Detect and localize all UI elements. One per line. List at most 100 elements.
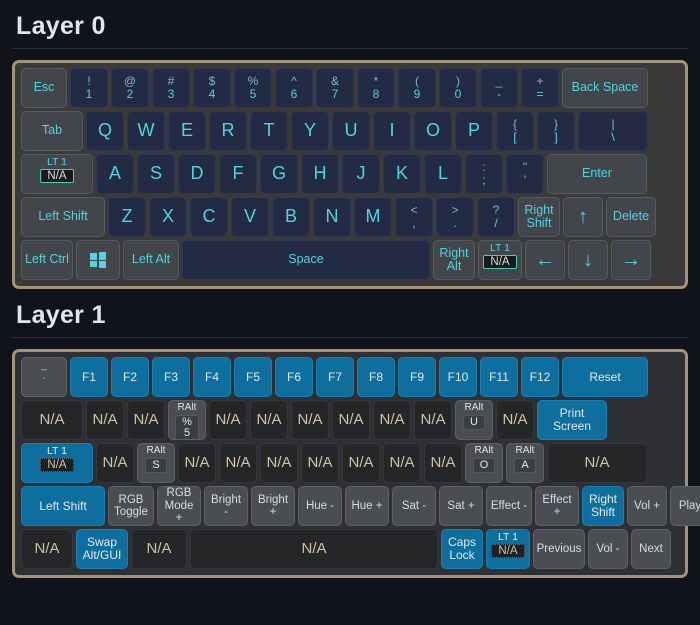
key-v[interactable]: V (231, 197, 269, 237)
key-9[interactable]: (9 (398, 68, 436, 108)
key-f10[interactable]: F10 (439, 357, 477, 397)
key-n-a[interactable]: N/A (178, 443, 216, 483)
key-f12[interactable]: F12 (521, 357, 559, 397)
key-rgb-mode[interactable]: RGB Mode + (157, 486, 201, 526)
key-ralt-o[interactable]: RAlt O (465, 443, 503, 483)
key-left-ctrl[interactable]: Left Ctrl (21, 240, 73, 280)
key-l[interactable]: L (424, 154, 462, 194)
key-f4[interactable]: F4 (193, 357, 231, 397)
key-right-alt[interactable]: Right Alt (433, 240, 475, 280)
key-space[interactable]: Space (182, 240, 430, 280)
key-swap-alt-gui[interactable]: Swap Alt/GUI (76, 529, 128, 569)
arrow-up-icon[interactable]: ↑ (563, 197, 603, 237)
key-m[interactable]: M (354, 197, 392, 237)
key-n-a[interactable]: N/A (291, 400, 329, 440)
key-n-a[interactable]: N/A (190, 529, 438, 569)
windows-logo-icon[interactable] (76, 240, 120, 280)
key-e[interactable]: E (168, 111, 206, 151)
key-back-space[interactable]: Back Space (562, 68, 648, 108)
key-key[interactable]: }] (537, 111, 575, 151)
key-j[interactable]: J (342, 154, 380, 194)
key-n-a[interactable]: N/A (250, 400, 288, 440)
key-key[interactable]: {[ (496, 111, 534, 151)
key-layer-toggle-1[interactable]: LT 1 N/A (486, 529, 530, 569)
key-ralt-s[interactable]: RAlt S (137, 443, 175, 483)
key-7[interactable]: & 7 (316, 68, 354, 108)
key-ralt-5[interactable]: RAlt% 5 (168, 400, 206, 440)
key-key[interactable]: ~ ` (21, 357, 67, 397)
key-previous[interactable]: Previous (533, 529, 585, 569)
key-f3[interactable]: F3 (152, 357, 190, 397)
key-n-a[interactable]: N/A (131, 529, 187, 569)
key-b[interactable]: B (272, 197, 310, 237)
key-key[interactable]: _ - (480, 68, 518, 108)
key-n-a[interactable]: N/A (21, 529, 73, 569)
key-y[interactable]: Y (291, 111, 329, 151)
arrow-down-icon[interactable]: ↓ (568, 240, 608, 280)
key-n-a[interactable]: N/A (342, 443, 380, 483)
key-n-a[interactable]: N/A (219, 443, 257, 483)
key-reset[interactable]: Reset (562, 357, 648, 397)
key-left-alt[interactable]: Left Alt (123, 240, 179, 280)
key-print-screen[interactable]: Print Screen (537, 400, 607, 440)
key-n-a[interactable]: N/A (496, 400, 534, 440)
key-right-shift[interactable]: Right Shift (582, 486, 624, 526)
key-4[interactable]: $4 (193, 68, 231, 108)
key-hue[interactable]: Hue - (298, 486, 342, 526)
key-g[interactable]: G (260, 154, 298, 194)
key-u[interactable]: U (332, 111, 370, 151)
key-bright[interactable]: Bright - (204, 486, 248, 526)
key-rgb-toggle[interactable]: RGB Toggle (108, 486, 154, 526)
key-2[interactable]: @2 (111, 68, 149, 108)
arrow-left-icon[interactable]: ← (525, 240, 565, 280)
key-p[interactable]: P (455, 111, 493, 151)
key-layer-toggle-1[interactable]: LT 1 N/A (478, 240, 522, 280)
key-n-a[interactable]: N/A (547, 443, 647, 483)
key-6[interactable]: ^ 6 (275, 68, 313, 108)
key-5[interactable]: % 5 (234, 68, 272, 108)
key-layer-toggle-1[interactable]: LT 1 N/A (21, 154, 93, 194)
key-effect[interactable]: Effect + (535, 486, 579, 526)
key-n-a[interactable]: N/A (301, 443, 339, 483)
key-f2[interactable]: F2 (111, 357, 149, 397)
key-r[interactable]: R (209, 111, 247, 151)
key-n-a[interactable]: N/A (260, 443, 298, 483)
key-n-a[interactable]: N/A (383, 443, 421, 483)
key-c[interactable]: C (190, 197, 228, 237)
key-f8[interactable]: F8 (357, 357, 395, 397)
key-sat[interactable]: Sat + (439, 486, 483, 526)
key-n-a[interactable]: N/A (21, 400, 83, 440)
key-n-a[interactable]: N/A (209, 400, 247, 440)
key-bright[interactable]: Bright + (251, 486, 295, 526)
key-n-a[interactable]: N/A (96, 443, 134, 483)
key-key[interactable]: ? / (477, 197, 515, 237)
key-o[interactable]: O (414, 111, 452, 151)
key-f11[interactable]: F11 (480, 357, 518, 397)
key-caps-lock[interactable]: Caps Lock (441, 529, 483, 569)
key-tab[interactable]: Tab (21, 111, 83, 151)
key-vol[interactable]: Vol + (627, 486, 667, 526)
key-i[interactable]: I (373, 111, 411, 151)
key-f6[interactable]: F6 (275, 357, 313, 397)
key-key[interactable]: + = (521, 68, 559, 108)
key-f[interactable]: F (219, 154, 257, 194)
key-a[interactable]: A (96, 154, 134, 194)
key-left-shift[interactable]: Left Shift (21, 486, 105, 526)
key-next[interactable]: Next (631, 529, 671, 569)
key-f7[interactable]: F7 (316, 357, 354, 397)
key-key[interactable]: " ' (506, 154, 544, 194)
key-n-a[interactable]: N/A (86, 400, 124, 440)
key-right-shift[interactable]: Right Shift (518, 197, 560, 237)
key-left-shift[interactable]: Left Shift (21, 197, 105, 237)
key-key[interactable]: :; (465, 154, 503, 194)
key-w[interactable]: W (127, 111, 165, 151)
key-delete[interactable]: Delete (606, 197, 656, 237)
key-layer-toggle-1[interactable]: LT 1 N/A (21, 443, 93, 483)
key-k[interactable]: K (383, 154, 421, 194)
key-h[interactable]: H (301, 154, 339, 194)
key-x[interactable]: X (149, 197, 187, 237)
key-effect[interactable]: Effect - (486, 486, 532, 526)
key-n-a[interactable]: N/A (127, 400, 165, 440)
key-f1[interactable]: F1 (70, 357, 108, 397)
key-key[interactable]: >. (436, 197, 474, 237)
